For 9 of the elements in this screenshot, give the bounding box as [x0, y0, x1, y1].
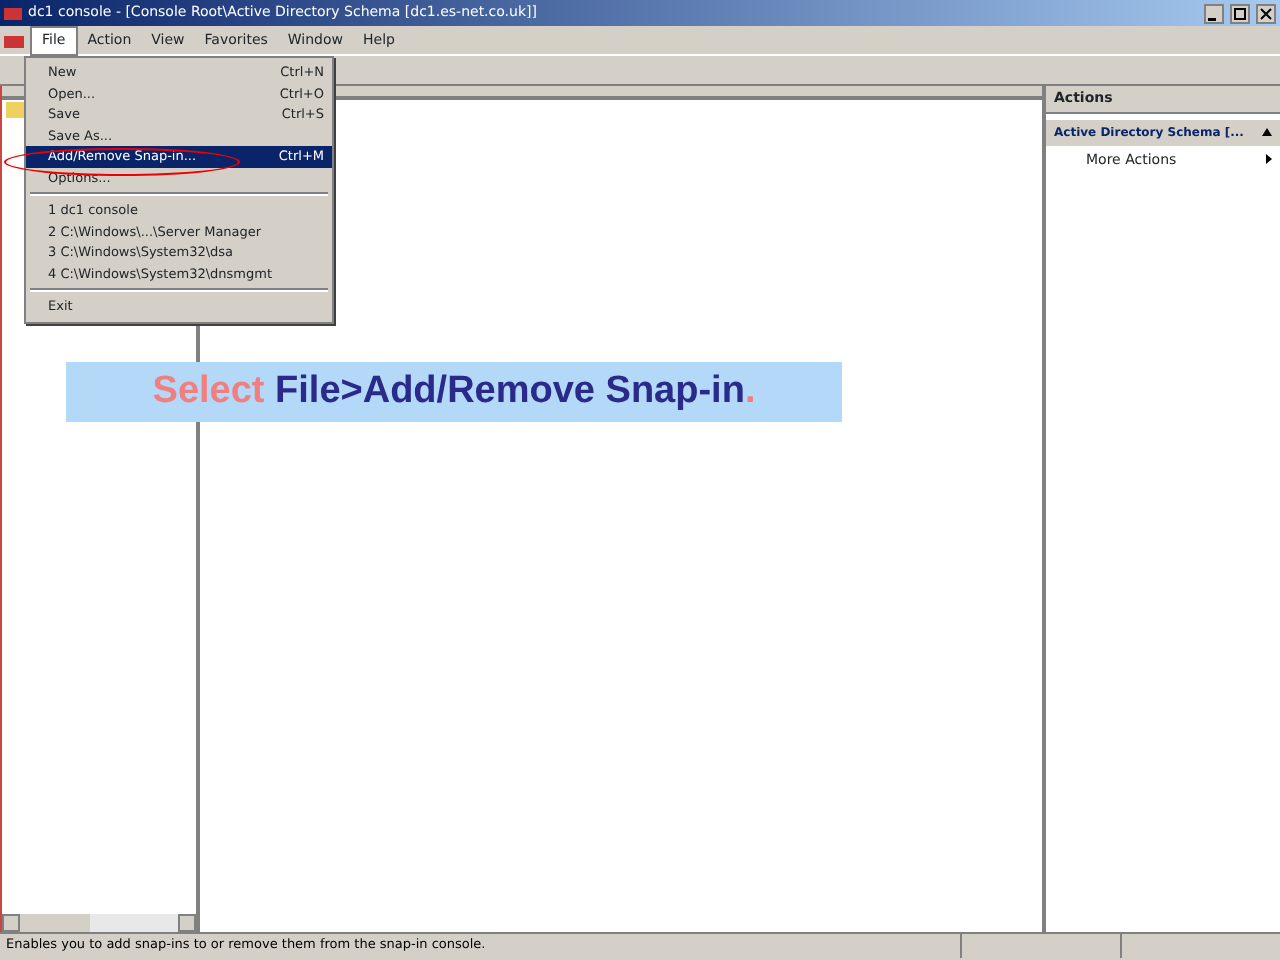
maximize-icon[interactable] [1230, 3, 1250, 23]
app-icon [4, 4, 22, 22]
close-icon[interactable] [1256, 3, 1276, 23]
callout-text: Select File>Add/Remove Snap-in. [152, 367, 756, 416]
collapse-arrow-icon[interactable] [1262, 128, 1272, 136]
app-icon [4, 31, 26, 49]
minimize-icon[interactable] [1204, 3, 1224, 23]
submenu-arrow-icon [1266, 154, 1272, 165]
folder-icon [6, 102, 26, 118]
